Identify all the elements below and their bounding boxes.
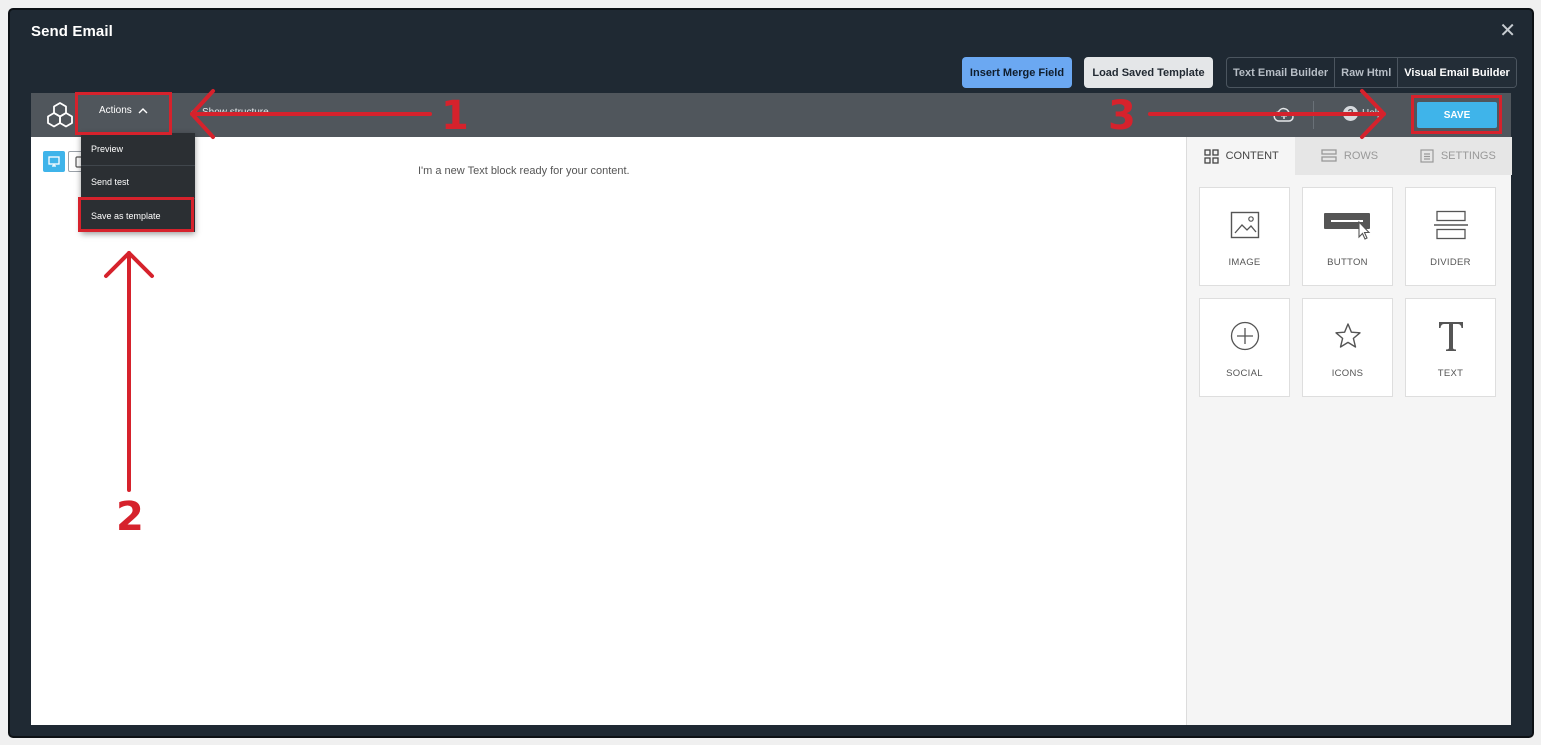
tab-content[interactable]: CONTENT [1187,137,1296,175]
show-structure-label: Show structure [202,107,269,118]
help-icon: ? [1343,106,1358,121]
builder-mode-switch: Text Email Builder Raw Html Visual Email… [1226,57,1517,88]
block-divider-label: DIVIDER [1430,257,1471,268]
tab-rows[interactable]: ROWS [1295,137,1404,175]
annotation-label-1: 1 [441,93,469,139]
actions-dropdown-menu: Preview Send test Save as template [81,133,195,232]
block-image-label: IMAGE [1228,257,1261,268]
social-plus-icon [1230,321,1259,351]
tab-content-label: CONTENT [1225,150,1279,162]
rows-icon [1321,149,1337,162]
content-sidebar: CONTENT ROWS SETTINGS IMAGE BUTTON DIVID… [1186,137,1512,725]
block-divider[interactable]: DIVIDER [1405,187,1496,286]
mode-raw-html[interactable]: Raw Html [1335,58,1399,87]
actions-menu-button[interactable]: Actions [99,105,148,116]
image-icon [1230,211,1259,239]
text-t-icon [1438,322,1463,351]
block-text[interactable]: TEXT [1405,298,1496,397]
sidebar-tabs: CONTENT ROWS SETTINGS [1187,137,1512,175]
block-image[interactable]: IMAGE [1199,187,1290,286]
settings-icon [1420,149,1434,163]
tab-settings[interactable]: SETTINGS [1403,137,1512,175]
cloud-upload-icon[interactable] [1272,103,1296,127]
tab-rows-label: ROWS [1343,150,1379,162]
toolbar-divider [1313,101,1314,129]
show-structure-toggle[interactable]: Show structure [191,107,269,118]
toggle-dot-icon [191,109,197,116]
menu-item-send-test[interactable]: Send test [81,166,195,199]
cubes-logo-icon [47,102,73,128]
email-canvas[interactable]: I'm a new Text block ready for your cont… [31,137,1186,725]
help-button[interactable]: ? Help [1343,106,1383,121]
chevron-up-icon [138,108,148,114]
modal-title: Send Email [31,23,113,40]
star-icon [1334,323,1361,348]
block-icons-label: ICONS [1331,368,1364,379]
tab-settings-label: SETTINGS [1440,150,1496,162]
menu-item-preview[interactable]: Preview [81,133,195,166]
block-social[interactable]: SOCIAL [1199,298,1290,397]
editor-toolbar: Actions Show structure ? Help SAVE [31,93,1511,137]
mode-text-email-builder[interactable]: Text Email Builder [1227,58,1336,87]
block-social-label: SOCIAL [1226,368,1263,379]
save-button[interactable]: SAVE [1417,102,1497,128]
divider-icon [1433,210,1468,240]
content-blocks-grid: IMAGE BUTTON DIVIDER SOCIAL ICONS TEXT [1199,187,1496,397]
mode-visual-email-builder[interactable]: Visual Email Builder [1398,58,1516,87]
block-text-label: TEXT [1437,368,1464,379]
help-label: Help [1362,108,1383,119]
grid-icon [1203,148,1219,164]
insert-merge-field-button[interactable]: Insert Merge Field [962,57,1072,88]
send-email-modal: Send Email ✕ Insert Merge Field Load Sav… [8,8,1534,738]
load-saved-template-button[interactable]: Load Saved Template [1084,57,1213,88]
desktop-icon[interactable] [43,151,65,172]
block-button[interactable]: BUTTON [1302,187,1393,286]
block-icons[interactable]: ICONS [1302,298,1393,397]
block-button-label: BUTTON [1327,257,1368,268]
menu-item-save-as-template[interactable]: Save as template [81,199,195,232]
text-block[interactable]: I'm a new Text block ready for your cont… [418,165,630,177]
button-icon [1323,213,1370,240]
close-icon[interactable]: ✕ [1499,21,1516,41]
actions-label: Actions [99,105,132,116]
annotation-label-3: 3 [1108,93,1136,139]
annotation-label-2: 2 [116,494,144,540]
